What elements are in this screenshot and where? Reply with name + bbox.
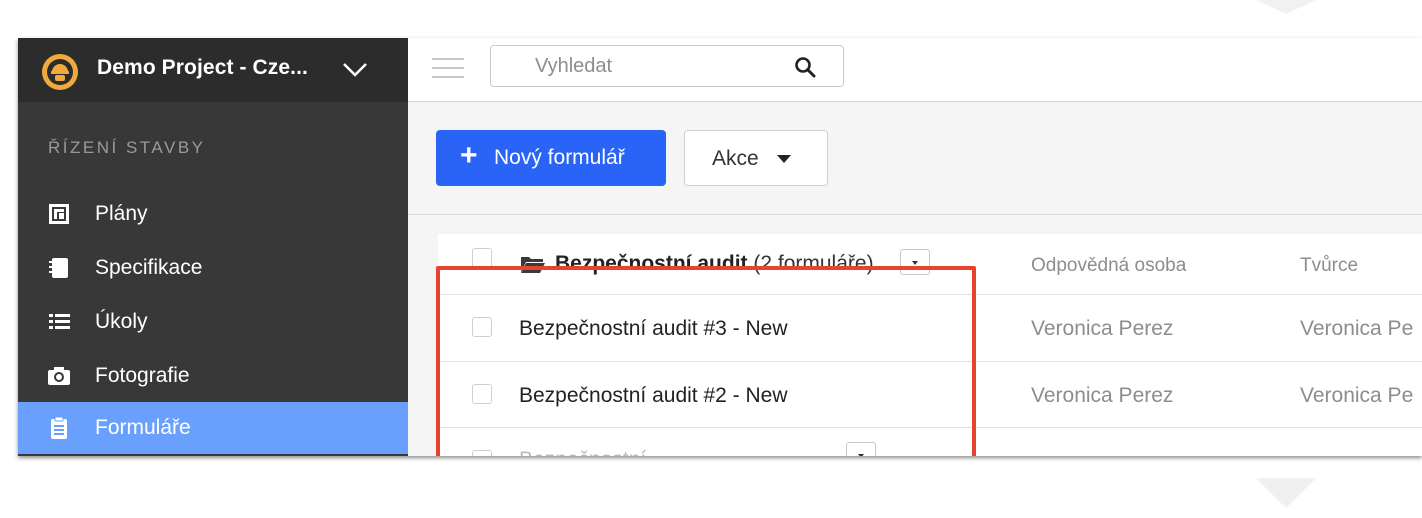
decorative-triangle-top [1256,0,1316,14]
project-name: Demo Project - Cze... [97,56,308,79]
sidebar-item-label: Fotografie [95,364,190,387]
column-header-creator[interactable]: Tvůrce [1300,255,1358,277]
partial-group-name[interactable]: Bezpečnostní [519,448,646,456]
sidebar-item-label: Formuláře [95,416,191,439]
group-title[interactable]: Bezpečnostní audit (2 formuláře) [555,252,874,276]
column-header-responsible[interactable]: Odpovědná osoba [1031,255,1186,277]
sidebar-item-label: Plány [95,202,148,225]
row-checkbox[interactable] [472,450,492,456]
new-form-button[interactable]: + Nový formulář [436,130,666,186]
responsible-cell: Veronica Perez [1031,317,1174,340]
actions-dropdown-button[interactable]: Akce [684,130,828,186]
creator-cell: Veronica Pe [1300,317,1414,340]
plans-icon [49,204,69,224]
sidebar: Demo Project - Cze... ŘÍZENÍ STAVBY Plán… [18,38,408,456]
caret-down-icon [858,454,864,456]
toolbar-divider [408,214,1422,215]
list-icon [49,314,70,329]
new-form-label: Nový formulář [494,146,625,169]
camera-icon [48,367,70,385]
select-group-checkbox[interactable] [472,248,492,268]
plus-icon: + [460,139,478,172]
row-checkbox[interactable] [472,317,492,337]
sidebar-item-plans[interactable]: Plány [18,188,408,240]
sidebar-item-specifications[interactable]: Specifikace [18,242,408,294]
creator-cell: Veronica Pe [1300,384,1414,407]
project-logo-icon [42,54,78,90]
chevron-down-icon[interactable] [340,58,370,80]
search-input[interactable] [503,52,783,80]
caret-down-icon [777,155,791,163]
table-row[interactable]: Bezpečnostní audit #2 - New Veronica Per… [438,362,1422,428]
group-count: (2 formuláře) [753,252,874,275]
caret-down-icon [912,261,918,265]
app-window: Demo Project - Cze... ŘÍZENÍ STAVBY Plán… [18,38,1422,456]
clipboard-icon [51,416,67,439]
group-dropdown-button[interactable] [846,442,876,456]
project-switcher[interactable]: Demo Project - Cze... [18,38,408,102]
top-bar [408,38,1422,102]
group-dropdown-button[interactable] [900,249,930,275]
sidebar-item-photos[interactable]: Fotografie [18,350,408,402]
responsible-cell: Veronica Perez [1031,384,1174,407]
hamburger-menu-icon[interactable] [432,58,464,80]
group-name: Bezpečnostní audit [555,252,748,275]
specifications-icon [49,258,68,278]
sidebar-item-tasks[interactable]: Úkoly [18,296,408,348]
form-name[interactable]: Bezpečnostní audit #2 - New [519,384,788,408]
search-box[interactable] [490,45,844,87]
group-header-row: Bezpečnostní audit (2 formuláře) Odpověd… [438,234,1422,295]
sidebar-item-forms[interactable]: Formuláře [18,402,408,454]
table-row[interactable]: Bezpečnostní audit #3 - New Veronica Per… [438,295,1422,362]
actions-label: Akce [712,147,759,170]
section-title: ŘÍZENÍ STAVBY [48,138,206,157]
forms-table: Bezpečnostní audit (2 formuláře) Odpověd… [438,234,1422,456]
decorative-triangle-bottom [1256,478,1316,508]
form-name[interactable]: Bezpečnostní audit #3 - New [519,317,788,341]
row-checkbox[interactable] [472,384,492,404]
partial-group-row[interactable]: Bezpečnostní [438,428,1422,456]
sidebar-item-label: Úkoly [95,310,148,333]
sidebar-item-label: Specifikace [95,256,203,279]
search-icon[interactable] [793,55,817,79]
folder-open-icon [521,257,545,273]
